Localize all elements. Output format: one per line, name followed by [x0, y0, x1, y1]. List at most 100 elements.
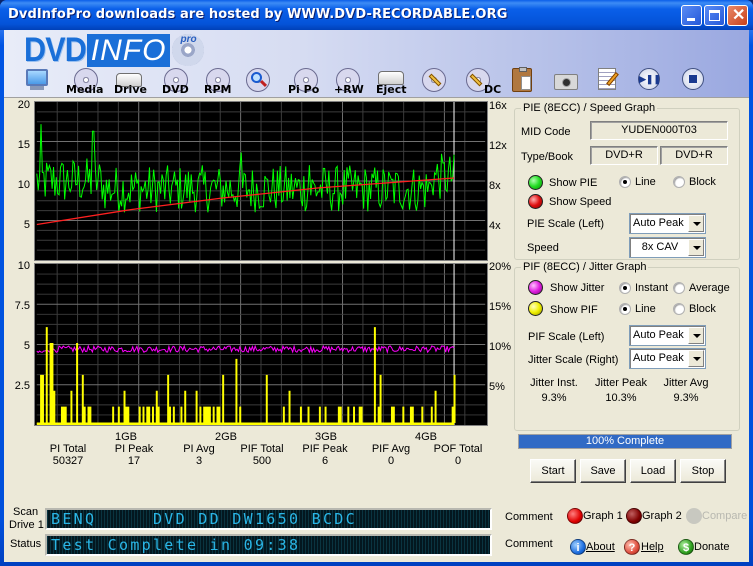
show-speed-label[interactable]: Show Speed: [549, 196, 611, 208]
show-jitter-toggle-icon[interactable]: [528, 280, 543, 295]
graph-area: 20 15 10 5 16x 12x 8x 4x 10 7.5 5 2.5 20…: [4, 99, 514, 539]
pi-avg-label: PI Avg: [183, 443, 215, 455]
toolbar-drive-button[interactable]: Drive: [114, 68, 148, 98]
pie-line-radio[interactable]: [619, 176, 631, 188]
pie-scale-dropdown[interactable]: Auto Peak: [629, 213, 706, 234]
jitter-ytick: 10%: [489, 341, 512, 353]
show-pie-label[interactable]: Show PIE: [549, 177, 597, 189]
show-pif-toggle-icon[interactable]: [528, 301, 543, 316]
pi-total-label: PI Total: [49, 443, 87, 455]
header-banner: DVD INFO pro Media Drive DVD RPM Pi Po +…: [4, 30, 749, 98]
pie-block-radio[interactable]: [673, 176, 685, 188]
jitter-ytick: 5%: [489, 381, 505, 393]
pie-block-label[interactable]: Block: [689, 176, 716, 188]
stop-icon: [682, 68, 704, 90]
x-tick-4gb: 4GB: [414, 431, 437, 443]
toolbar-notes-button[interactable]: [598, 68, 622, 98]
pif-scale-value: Auto Peak: [633, 329, 684, 341]
jitter-inst-value: 9.3%: [541, 392, 567, 404]
pif-peak-value: 6: [321, 455, 329, 467]
pif-scale-dropdown[interactable]: Auto Peak: [629, 325, 706, 346]
graph2-icon[interactable]: [626, 508, 642, 524]
pi-peak-value: 17: [127, 455, 141, 467]
pie-ytick: 20: [17, 99, 30, 111]
about-button[interactable]: About: [586, 541, 615, 553]
comment-label-2[interactable]: Comment: [505, 538, 553, 550]
toolbar-eject-button[interactable]: Eject: [376, 68, 410, 98]
speed-dropdown[interactable]: 8x CAV: [629, 237, 706, 258]
help-icon[interactable]: ?: [624, 539, 640, 555]
help-button[interactable]: Help: [641, 541, 664, 553]
comment-label-1[interactable]: Comment: [505, 511, 553, 523]
notepad-icon: [598, 68, 619, 90]
minimize-button[interactable]: [681, 5, 702, 26]
pif-series-line: [36, 327, 456, 424]
close-icon: ✕: [732, 7, 746, 24]
pif-jitter-groupbox: PIF (8ECC) / Jitter Graph Show Jitter In…: [514, 261, 740, 431]
toolbar-rw-button[interactable]: +RW: [334, 68, 368, 98]
start-button[interactable]: Start: [530, 459, 576, 483]
show-speed-toggle-icon[interactable]: [528, 194, 543, 209]
jitter-average-radio[interactable]: [673, 282, 685, 294]
pie-ytick: 15: [17, 139, 30, 151]
status-label: Status: [10, 538, 42, 550]
jitter-average-label[interactable]: Average: [689, 282, 730, 294]
graph1-button[interactable]: Graph 1: [583, 510, 623, 522]
dollar-icon[interactable]: $: [678, 539, 694, 555]
jitter-scale-dropdown[interactable]: Auto Peak: [629, 348, 706, 369]
jitter-instant-radio[interactable]: [619, 282, 631, 294]
jitter-instant-label[interactable]: Instant: [635, 282, 668, 294]
chevron-down-icon[interactable]: [688, 215, 704, 232]
show-pif-label[interactable]: Show PIF: [550, 304, 598, 316]
donate-button[interactable]: Donate: [694, 541, 729, 553]
toolbar-pipo-button[interactable]: Pi Po: [288, 68, 324, 98]
show-jitter-label[interactable]: Show Jitter: [550, 282, 604, 294]
load-button[interactable]: Load: [630, 459, 676, 483]
toolbar-dvd-button[interactable]: DVD: [162, 68, 192, 98]
toolbar-computer-button[interactable]: [26, 68, 54, 98]
toolbar-play-pause-button[interactable]: ▶❚❚: [638, 68, 662, 98]
pif-block-radio[interactable]: [673, 303, 685, 315]
graph2-button[interactable]: Graph 2: [642, 510, 682, 522]
info-icon[interactable]: i: [570, 539, 586, 555]
jitter-ytick: 15%: [489, 301, 512, 313]
pof-total-value: 0: [454, 455, 462, 467]
toolbar-clipboard-button[interactable]: [512, 67, 534, 98]
toolbar-media-button[interactable]: Media: [66, 68, 106, 98]
pif-line-radio[interactable]: [619, 303, 631, 315]
logo-pro-text: pro: [180, 34, 197, 45]
maximize-icon: [709, 10, 720, 21]
pif-ytick: 5: [23, 340, 30, 352]
show-pie-toggle-icon[interactable]: [528, 175, 543, 190]
toolbar-stop-button[interactable]: [682, 68, 706, 98]
close-button[interactable]: ✕: [727, 5, 748, 26]
window-title: DvdInfoPro downloads are hosted by WWW.D…: [8, 7, 508, 22]
toolbar-burn-button[interactable]: [422, 68, 450, 98]
chevron-down-icon[interactable]: [688, 327, 704, 344]
toolbar-camera-button[interactable]: [554, 68, 580, 98]
pie-series-line: [36, 124, 455, 213]
graph1-icon[interactable]: [567, 508, 583, 524]
pie-groupbox-title: PIE (8ECC) / Speed Graph: [521, 102, 658, 114]
toolbar-rpm-button[interactable]: RPM: [204, 68, 236, 98]
save-button[interactable]: Save: [580, 459, 626, 483]
pencil-disc-icon: [422, 68, 446, 92]
speed-ytick: 16x: [489, 100, 507, 112]
toolbar-dc-button[interactable]: DC: [466, 68, 501, 98]
jitter-peak-value: 10.3%: [605, 392, 637, 404]
pie-speed-groupbox: PIE (8ECC) / Speed Graph MID Code YUDEN0…: [514, 102, 740, 260]
chevron-down-icon[interactable]: [688, 350, 704, 367]
speed-ytick: 4x: [489, 220, 501, 232]
pif-block-label[interactable]: Block: [689, 303, 716, 315]
title-bar[interactable]: DvdInfoPro downloads are hosted by WWW.D…: [0, 0, 753, 30]
stop-button[interactable]: Stop: [680, 459, 726, 483]
pif-ytick: 10: [17, 260, 30, 272]
maximize-button[interactable]: [704, 5, 725, 26]
toolbar: Media Drive DVD RPM Pi Po +RW Eject DC ▶…: [4, 67, 749, 98]
chevron-down-icon[interactable]: [688, 239, 704, 256]
toolbar-drive-label: Drive: [114, 83, 147, 96]
pif-line-label[interactable]: Line: [635, 303, 656, 315]
pie-line-label[interactable]: Line: [635, 176, 656, 188]
toolbar-eject-label: Eject: [376, 83, 407, 96]
toolbar-scan-button[interactable]: [246, 68, 274, 98]
